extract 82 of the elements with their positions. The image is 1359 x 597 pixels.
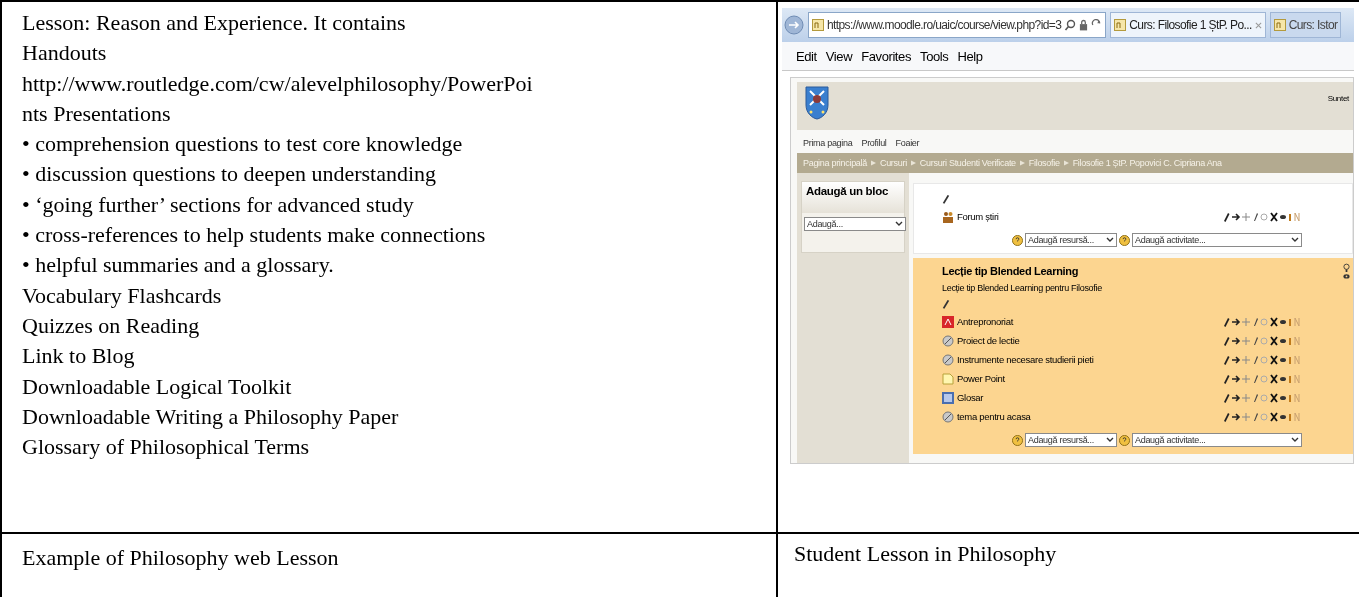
menu-item[interactable]: Favorites	[861, 48, 912, 64]
edit-actions-drawing[interactable]	[1222, 316, 1302, 327]
lesson-text-line: Downloadable Writing a Philosophy Paper	[22, 402, 400, 431]
lesson-text-line: Downloadable Logical Toolkit	[22, 372, 293, 401]
lightbulb-icon[interactable]	[1343, 263, 1350, 281]
nav-link[interactable]: Prima pagina	[803, 138, 853, 148]
back-button-icon[interactable]	[784, 15, 804, 35]
breadcrumb-separator-icon	[870, 160, 876, 166]
browser-tab[interactable]: Curs: Istor	[1269, 12, 1342, 38]
activity-link[interactable]: Glosar	[957, 392, 1219, 403]
url-text: https://www.moodle.ro/uaic/course/view.php?id=3	[827, 18, 1062, 32]
link-icon	[942, 410, 954, 423]
browser-tab[interactable]: Curs: Filosofie 1 ȘtP. Po...	[1110, 12, 1266, 38]
edit-actions-drawing[interactable]	[1222, 392, 1302, 403]
table-caption: Student Lesson in Philosophy	[794, 541, 1057, 566]
caret-icon	[895, 221, 903, 227]
help-icon[interactable]	[1119, 434, 1130, 446]
edit-summary-icon[interactable]	[942, 299, 950, 309]
block-title: Adaugă un bloc	[802, 182, 904, 213]
lesson-text-line: • discussion questions to deepen understanding	[22, 160, 438, 189]
caret-icon	[1291, 237, 1299, 243]
caret-icon	[1106, 237, 1114, 243]
add-activity-select[interactable]: Adaugă activitate...	[1132, 433, 1302, 447]
add-activity-select[interactable]: Adaugă activitate...	[1132, 233, 1302, 247]
lesson-text-line: • ‘going further’ sections for advanced study	[22, 190, 415, 219]
section-title: Lecție tip Blended Learning	[942, 265, 1080, 277]
lesson-text-line: Glossary of Philosophical Terms	[22, 433, 311, 462]
search-icon[interactable]	[1064, 19, 1077, 31]
header-text: Suntet	[1327, 93, 1350, 103]
add-resource-select[interactable]: Adaugă resursă...	[1025, 433, 1117, 447]
breadcrumb-separator-icon	[910, 160, 916, 166]
block-select[interactable]: Adaugă...	[804, 217, 906, 231]
lesson-text-line: • helpful summaries and a glossary.	[22, 251, 335, 280]
activity-link[interactable]: Antrepronoriat	[957, 316, 1219, 327]
lesson-text-line: nts Presentations	[22, 99, 172, 128]
book-icon	[942, 391, 954, 404]
link-icon	[942, 334, 954, 347]
page-icon	[942, 372, 954, 385]
edit-summary-icon[interactable]	[942, 194, 950, 204]
edit-actions-drawing[interactable]	[1222, 373, 1302, 384]
edit-actions-drawing[interactable]	[1222, 411, 1302, 422]
link-icon	[942, 353, 954, 366]
lesson-text-line: Handouts	[22, 39, 108, 68]
document-icon	[942, 315, 954, 328]
lesson-text-line: http://www.routledge.com/cw/alevelphilosophy/PowerPoi	[22, 69, 534, 98]
add-resource-select[interactable]: Adaugă resursă...	[1025, 233, 1117, 247]
site-favicon-icon	[1114, 19, 1127, 31]
menu-item[interactable]: Help	[957, 48, 983, 64]
lesson-text-line: Quizzes on Reading	[22, 311, 201, 340]
caret-icon	[1106, 437, 1114, 443]
lesson-text-line: Vocabulary Flashcards	[22, 281, 223, 310]
activity-link[interactable]: Forum știri	[957, 211, 1219, 222]
help-icon[interactable]	[1012, 434, 1023, 446]
address-bar[interactable]: https://www.moodle.ro/uaic/course/view.php?id=3	[808, 12, 1107, 38]
breadcrumb-separator-icon	[1063, 160, 1069, 166]
nav-link[interactable]: Profilul	[861, 138, 887, 148]
menu-item[interactable]: Edit	[796, 48, 817, 64]
lesson-text-line: Lesson: Reason and Experience. It contains	[22, 9, 407, 37]
table-caption: Example of Philosophy web Lesson	[22, 545, 339, 570]
activity-link[interactable]: Proiect de lectie	[957, 335, 1219, 346]
lesson-text-line: Link to Blog	[22, 342, 136, 371]
help-icon[interactable]	[1012, 234, 1023, 246]
breadcrumb-separator-icon	[1019, 160, 1025, 166]
menu-item[interactable]: Tools	[920, 48, 949, 64]
section-summary: Lecție tip Blended Learning pentru Filosofie	[942, 283, 1103, 293]
help-icon[interactable]	[1119, 234, 1130, 246]
activity-link[interactable]: Instrumente necesare studierii pieti	[957, 354, 1219, 365]
site-favicon-icon	[812, 19, 824, 31]
people-icon	[942, 210, 954, 223]
edit-actions-drawing[interactable]	[1222, 335, 1302, 346]
crest-logo-icon	[805, 86, 829, 120]
edit-actions-drawing[interactable]	[1222, 354, 1302, 365]
activity-link[interactable]: tema pentru acasa	[957, 411, 1219, 422]
nav-link[interactable]: Foaier	[895, 138, 920, 148]
lock-icon	[1079, 19, 1089, 31]
lesson-text-line: • cross-references to help students make connections	[22, 221, 487, 250]
caret-icon	[1291, 437, 1299, 443]
site-favicon-icon	[1273, 19, 1286, 31]
activity-link[interactable]: Power Point	[957, 373, 1219, 384]
edit-actions-drawing[interactable]	[1222, 211, 1302, 222]
menu-item[interactable]: View	[825, 48, 853, 64]
lesson-text-line: • comprehension questions to test core knowledge	[22, 130, 464, 159]
